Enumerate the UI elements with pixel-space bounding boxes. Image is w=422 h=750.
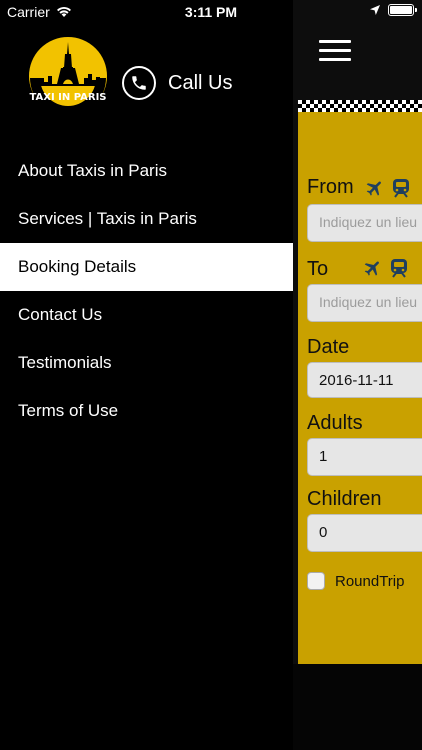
checkered-border: [298, 100, 422, 112]
call-us-label: Call Us: [168, 71, 233, 94]
train-icon: [393, 179, 409, 198]
menu-item-testimonials[interactable]: Testimonials: [0, 339, 293, 387]
date-label: Date: [307, 336, 350, 358]
menu-item-label: Services | Taxis in Paris: [18, 209, 197, 228]
drawer-menu: About Taxis in Paris Services | Taxis in…: [0, 147, 293, 435]
menu-item-booking-details[interactable]: Booking Details: [0, 243, 293, 291]
adults-label: Adults: [307, 412, 363, 434]
from-label: From: [307, 176, 354, 198]
status-time: 3:11 PM: [184, 4, 238, 20]
call-us-button[interactable]: Call Us: [122, 66, 232, 100]
menu-item-services[interactable]: Services | Taxis in Paris: [0, 195, 293, 243]
adults-input[interactable]: 1: [307, 438, 422, 476]
date-input[interactable]: 2016-11-11: [307, 362, 422, 398]
booking-screen: From Indiquez un lieu To Indiquez un lie…: [293, 0, 422, 750]
to-input[interactable]: Indiquez un lieu: [307, 284, 422, 322]
roundtrip-label: RoundTrip: [335, 572, 405, 590]
to-label: To: [307, 258, 329, 280]
to-transport-icons: [362, 258, 408, 278]
status-right: [370, 4, 417, 16]
hamburger-menu-icon[interactable]: [319, 40, 351, 67]
battery-level: [390, 6, 412, 14]
plane-icon: [364, 261, 379, 276]
roundtrip-option[interactable]: RoundTrip: [307, 572, 404, 590]
battery-icon: [388, 4, 417, 16]
plane-icon: [366, 181, 381, 196]
menu-item-label: Booking Details: [18, 257, 137, 276]
menu-item-label: Testimonials: [18, 353, 112, 372]
menu-item-label: Terms of Use: [18, 401, 119, 420]
taxi-in-paris-logo: TAXI IN PARIS: [27, 35, 109, 117]
menu-item-label: Contact Us: [18, 305, 103, 324]
logo-text: TAXI IN PARIS: [29, 92, 106, 103]
from-transport-icons: [364, 178, 410, 198]
phone-icon: [122, 66, 156, 100]
status-bar: Carrier 3:11 PM: [0, 0, 422, 24]
roundtrip-checkbox[interactable]: [307, 572, 325, 590]
menu-item-terms[interactable]: Terms of Use: [0, 387, 293, 435]
menu-item-contact[interactable]: Contact Us: [0, 291, 293, 339]
children-input[interactable]: 0: [307, 514, 422, 552]
from-input[interactable]: Indiquez un lieu: [307, 204, 422, 242]
navigation-drawer: TAXI IN PARIS Call Us About Taxis in Par…: [0, 0, 293, 750]
train-icon: [391, 259, 407, 278]
background-photo: [293, 664, 422, 750]
children-label: Children: [307, 488, 382, 510]
menu-item-about[interactable]: About Taxis in Paris: [0, 147, 293, 195]
menu-item-label: About Taxis in Paris: [18, 161, 167, 180]
location-arrow-icon: [370, 5, 380, 15]
